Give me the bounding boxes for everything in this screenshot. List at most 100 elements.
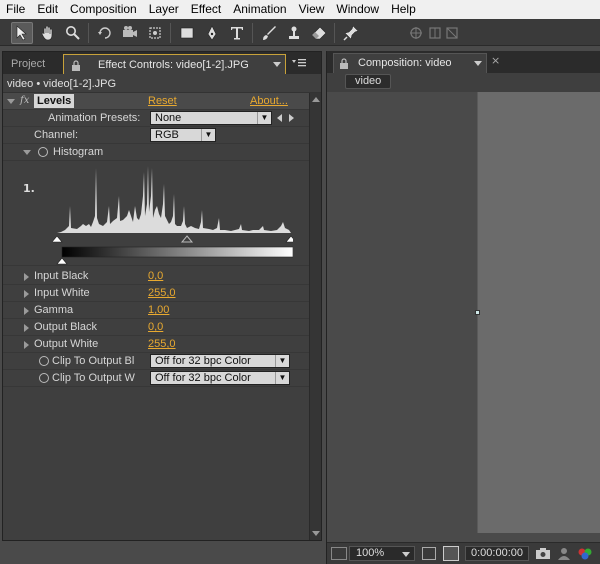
histogram-channel-marker: 1. — [23, 182, 35, 195]
scroll-down-icon[interactable] — [312, 531, 320, 536]
zoom-tool-icon[interactable] — [62, 22, 84, 44]
menu-help[interactable]: Help — [385, 0, 422, 19]
effect-controls-header: video • video[1-2].JPG — [3, 76, 321, 93]
tab-composition[interactable]: Composition: video — [333, 53, 487, 73]
param-row-input-white[interactable]: Input White 255,0 — [3, 285, 309, 302]
fx-icon[interactable]: fx — [20, 95, 29, 106]
expand-triangle-icon[interactable] — [24, 307, 29, 315]
param-label: Clip To Output W — [52, 372, 135, 384]
chevron-down-icon[interactable] — [474, 61, 482, 66]
param-label: Output Black — [34, 321, 97, 333]
param-row-output-white[interactable]: Output White 255,0 — [3, 336, 309, 353]
lock-icon[interactable] — [70, 59, 84, 71]
reset-link[interactable]: Reset — [148, 95, 177, 107]
histogram-row[interactable]: Histogram — [3, 144, 309, 161]
selection-tool-icon[interactable] — [11, 22, 33, 44]
param-value[interactable]: 255,0 — [148, 287, 176, 299]
chevron-down-icon[interactable] — [273, 62, 281, 67]
stopwatch-icon[interactable] — [39, 356, 49, 366]
snapshot-camera-icon[interactable] — [535, 547, 551, 563]
param-row-clip-white[interactable]: Clip To Output W Off for 32 bpc Color ▼ — [3, 370, 309, 387]
histogram-area: 1. — [3, 161, 309, 266]
menu-layer[interactable]: Layer — [143, 0, 185, 19]
effect-controls-scrollbar[interactable] — [309, 93, 321, 540]
menu-edit[interactable]: Edit — [31, 0, 64, 19]
clip-white-dropdown[interactable]: Off for 32 bpc Color ▼ — [150, 371, 290, 385]
clip-black-dropdown[interactable]: Off for 32 bpc Color ▼ — [150, 354, 290, 368]
channel-label: Channel: — [34, 129, 79, 141]
expand-triangle-icon[interactable] — [7, 99, 15, 104]
rotation-tool-icon[interactable] — [94, 22, 116, 44]
param-value[interactable]: 0,0 — [148, 270, 163, 282]
menu-animation[interactable]: Animation — [227, 0, 292, 19]
show-channel-icon[interactable] — [577, 547, 593, 563]
about-link[interactable]: About... — [250, 95, 288, 107]
composition-viewer[interactable] — [477, 92, 600, 533]
chevron-down-icon: ▼ — [275, 355, 289, 367]
tab-effect-controls[interactable]: Effect Controls: video[1-2].JPG — [63, 54, 286, 74]
scroll-up-icon[interactable] — [312, 97, 320, 102]
clip-white-value: Off for 32 bpc Color — [155, 372, 251, 384]
chevron-down-icon: ▼ — [257, 112, 271, 124]
param-value[interactable]: 255,0 — [148, 338, 176, 350]
animation-presets-dropdown[interactable]: None ▼ — [150, 111, 272, 125]
composition-navigator-bar: video — [327, 73, 600, 92]
expand-triangle-icon[interactable] — [24, 324, 29, 332]
expand-triangle-icon[interactable] — [24, 290, 29, 298]
view-axis-mode-icon[interactable] — [441, 22, 463, 44]
menu-composition[interactable]: Composition — [64, 0, 143, 19]
composition-statusbar: 100% 0:00:00:00 — [327, 542, 600, 564]
toolbar-divider — [88, 23, 89, 43]
brush-tool-icon[interactable] — [258, 22, 280, 44]
param-row-gamma[interactable]: Gamma 1,00 — [3, 302, 309, 319]
pen-tool-icon[interactable] — [201, 22, 223, 44]
effect-name[interactable]: Levels — [34, 94, 75, 108]
param-value[interactable]: 0,0 — [148, 321, 163, 333]
expand-triangle-icon[interactable] — [24, 273, 29, 281]
always-preview-icon[interactable] — [331, 547, 347, 560]
param-row-output-black[interactable]: Output Black 0,0 — [3, 319, 309, 336]
channel-dropdown[interactable]: RGB ▼ — [150, 128, 216, 142]
tab-project[interactable]: Project — [5, 54, 59, 74]
toolbar-divider — [334, 23, 335, 43]
histogram-graph[interactable] — [53, 166, 293, 266]
effect-row-levels[interactable]: fx Levels Reset About... — [3, 93, 309, 110]
param-row-input-black[interactable]: Input Black 0,0 — [3, 268, 309, 285]
menu-effect[interactable]: Effect — [185, 0, 227, 19]
clip-black-value: Off for 32 bpc Color — [155, 355, 251, 367]
next-preset-icon[interactable] — [289, 114, 294, 122]
histogram-label: Histogram — [53, 146, 104, 158]
close-icon[interactable]: × — [491, 54, 500, 67]
puppet-pin-tool-icon[interactable] — [340, 22, 362, 44]
chevron-down-icon — [402, 552, 410, 557]
panel-tab-bar: Project Effect Controls: video[1-2].JPG — [3, 52, 321, 74]
rectangle-tool-icon[interactable] — [176, 22, 198, 44]
grid-guides-icon[interactable] — [422, 547, 436, 560]
menu-bar: File Edit Composition Layer Effect Anima… — [0, 0, 600, 19]
menu-file[interactable]: File — [0, 0, 31, 19]
zoom-dropdown[interactable]: 100% — [349, 546, 415, 561]
region-of-interest-icon[interactable] — [443, 546, 459, 561]
show-snapshot-icon[interactable] — [557, 547, 571, 563]
camera-tool-icon[interactable] — [119, 22, 141, 44]
text-tool-icon[interactable] — [226, 22, 248, 44]
previous-preset-icon[interactable] — [277, 114, 282, 122]
stopwatch-icon[interactable] — [39, 373, 49, 383]
menu-window[interactable]: Window — [330, 0, 385, 19]
pan-behind-tool-icon[interactable] — [144, 22, 166, 44]
expand-triangle-icon[interactable] — [23, 150, 31, 155]
expand-triangle-icon[interactable] — [24, 341, 29, 349]
hand-tool-icon[interactable] — [37, 22, 59, 44]
param-value[interactable]: 1,00 — [148, 304, 169, 316]
timecode-field[interactable]: 0:00:00:00 — [465, 546, 529, 561]
clone-stamp-tool-icon[interactable] — [283, 22, 305, 44]
stopwatch-icon[interactable] — [38, 147, 48, 157]
panel-menu-icon[interactable] — [291, 56, 307, 70]
lock-icon[interactable] — [338, 58, 350, 73]
panel-tab-bar: Composition: video × — [327, 51, 600, 73]
layer-anchor-handle[interactable] — [475, 310, 480, 315]
eraser-tool-icon[interactable] — [308, 22, 330, 44]
param-row-clip-black[interactable]: Clip To Output Bl Off for 32 bpc Color ▼ — [3, 353, 309, 370]
menu-view[interactable]: View — [293, 0, 331, 19]
composition-chip[interactable]: video — [345, 74, 392, 89]
